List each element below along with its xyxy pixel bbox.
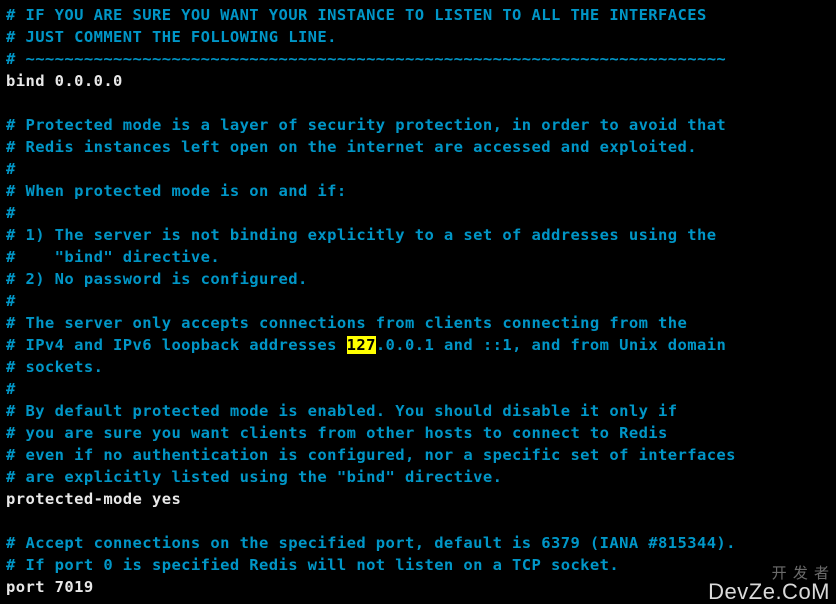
- comment-line: #: [6, 290, 830, 312]
- config-line: protected-mode yes: [6, 488, 830, 510]
- comment-line: #: [6, 378, 830, 400]
- blank-line: [6, 510, 830, 532]
- comment-line: # Accept connections on the specified po…: [6, 532, 830, 554]
- comment-line: # Protected mode is a layer of security …: [6, 114, 830, 136]
- comment-line: # you are sure you want clients from oth…: [6, 422, 830, 444]
- comment-line: #: [6, 202, 830, 224]
- comment-text: .0.0.1 and ::1, and from Unix domain: [376, 336, 726, 354]
- comment-line: # IF YOU ARE SURE YOU WANT YOUR INSTANCE…: [6, 4, 830, 26]
- comment-line: # ~~~~~~~~~~~~~~~~~~~~~~~~~~~~~~~~~~~~~~…: [6, 48, 830, 70]
- comment-line: # When protected mode is on and if:: [6, 180, 830, 202]
- comment-line: # If port 0 is specified Redis will not …: [6, 554, 830, 576]
- comment-line: # sockets.: [6, 356, 830, 378]
- comment-line: # 2) No password is configured.: [6, 268, 830, 290]
- config-line: bind 0.0.0.0: [6, 70, 830, 92]
- comment-line: # "bind" directive.: [6, 246, 830, 268]
- comment-line: # The server only accepts connections fr…: [6, 312, 830, 334]
- search-highlight: 127: [347, 336, 376, 354]
- blank-line: [6, 92, 830, 114]
- comment-line: # 1) The server is not binding explicitl…: [6, 224, 830, 246]
- comment-line: # JUST COMMENT THE FOLLOWING LINE.: [6, 26, 830, 48]
- comment-line: # even if no authentication is configure…: [6, 444, 830, 466]
- config-line: port 7019: [6, 576, 830, 598]
- comment-line: # By default protected mode is enabled. …: [6, 400, 830, 422]
- comment-line: #: [6, 158, 830, 180]
- terminal-editor[interactable]: # IF YOU ARE SURE YOU WANT YOUR INSTANCE…: [0, 0, 836, 602]
- comment-line: # IPv4 and IPv6 loopback addresses 127.0…: [6, 334, 830, 356]
- comment-text: # IPv4 and IPv6 loopback addresses: [6, 336, 347, 354]
- comment-line: # Redis instances left open on the inter…: [6, 136, 830, 158]
- comment-line: # are explicitly listed using the "bind"…: [6, 466, 830, 488]
